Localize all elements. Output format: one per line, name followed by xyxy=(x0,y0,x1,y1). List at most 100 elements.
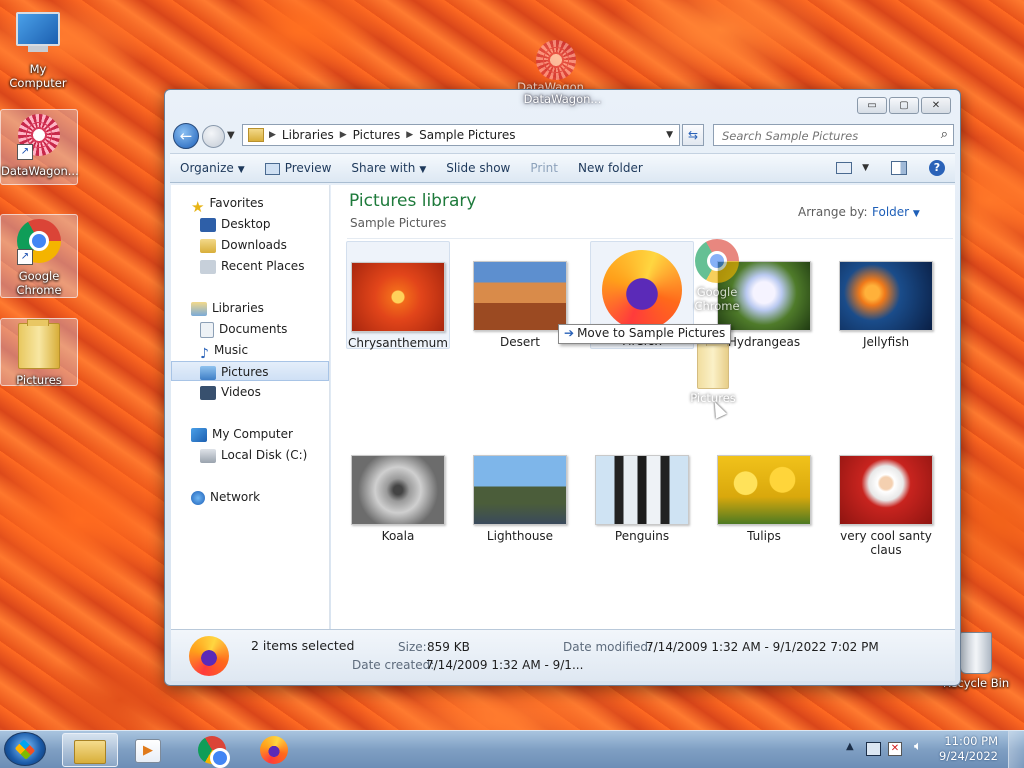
videos-icon xyxy=(200,385,216,400)
forward-button[interactable] xyxy=(202,125,225,148)
drag-ghost-datawagon: DataWagon... xyxy=(516,40,596,94)
search-input[interactable] xyxy=(720,126,929,146)
change-view-icon[interactable] xyxy=(836,162,853,174)
date-modified-label: Date modified: xyxy=(563,640,653,654)
chevron-down-icon[interactable]: ▼ xyxy=(660,130,679,140)
search-box[interactable]: ⌕ xyxy=(713,124,954,146)
thumbnail-desert[interactable]: Desert xyxy=(468,261,572,349)
recycle-bin-icon xyxy=(960,632,992,674)
nav-recent-places[interactable]: Recent Places xyxy=(171,256,358,276)
nav-downloads[interactable]: Downloads xyxy=(171,235,358,255)
shortcut-arrow-icon: ↗ xyxy=(17,249,33,265)
chevron-right-icon[interactable]: ▶ xyxy=(340,130,347,140)
desktop-icon-label: Pictures xyxy=(16,373,62,387)
shortcut-arrow-icon: ↗ xyxy=(17,144,33,160)
firefox-icon xyxy=(260,736,288,764)
arrow-left-icon: ← xyxy=(179,127,193,145)
details-pane: 2 items selected Size: 859 KB Date modif… xyxy=(171,629,955,681)
explorer-window[interactable]: DataWagon... ▭ ▢ ✕ ← ▼ ▶ Libraries ▶ Pic… xyxy=(164,89,961,686)
chevron-down-icon: ▼ xyxy=(912,209,920,219)
clock[interactable]: 11:00 PM 9/24/2022 xyxy=(939,734,998,764)
desktop[interactable]: My Computer ↗ DataWagon... ↗ Google Chro… xyxy=(0,0,1024,768)
network-icon xyxy=(191,490,205,505)
nav-documents[interactable]: Documents xyxy=(171,319,358,339)
desktop-icon-pictures[interactable]: Pictures xyxy=(0,318,78,387)
close-button[interactable]: ✕ xyxy=(921,97,951,114)
refresh-icon: ⇆ xyxy=(687,128,699,142)
nav-music[interactable]: ♪ Music xyxy=(171,340,358,362)
start-button[interactable] xyxy=(4,732,46,766)
koala-image xyxy=(351,455,445,525)
nav-my-computer[interactable]: My Computer xyxy=(171,424,349,444)
maximize-button[interactable]: ▢ xyxy=(889,97,919,114)
desktop-icon-my-computer[interactable]: My Computer xyxy=(0,6,76,90)
nav-pictures[interactable]: Pictures xyxy=(171,361,329,381)
desktop-icon-datawagon[interactable]: ↗ DataWagon... xyxy=(0,109,79,185)
drag-ghost-chrome: Google Chrome xyxy=(687,237,747,313)
refresh-button[interactable]: ⇆ xyxy=(682,124,704,146)
show-hidden-icons-icon[interactable]: ▲ xyxy=(846,741,854,752)
nav-videos[interactable]: Videos xyxy=(171,382,358,402)
tulips-image xyxy=(717,455,811,525)
thumbnail-lighthouse[interactable]: Lighthouse xyxy=(468,455,572,543)
recent-pages-dropdown[interactable]: ▼ xyxy=(227,130,235,141)
search-icon[interactable]: ⌕ xyxy=(941,127,948,142)
datawagon-icon: ↗ xyxy=(15,114,63,162)
nav-desktop[interactable]: Desktop xyxy=(171,214,358,234)
nav-libraries[interactable]: Libraries xyxy=(171,298,349,318)
print-button[interactable]: Print xyxy=(520,161,568,175)
breadcrumb-pictures[interactable]: Pictures xyxy=(347,128,407,142)
help-icon[interactable]: ? xyxy=(929,160,945,176)
show-desktop-button[interactable] xyxy=(1008,731,1024,768)
taskbar-media-player[interactable]: ▶ xyxy=(120,733,176,767)
preview-button[interactable]: Preview xyxy=(255,161,342,175)
chevron-right-icon[interactable]: ▶ xyxy=(269,130,276,140)
address-bar[interactable]: ▶ Libraries ▶ Pictures ▶ Sample Pictures… xyxy=(242,124,680,146)
nav-network[interactable]: Network xyxy=(171,487,349,507)
taskbar-firefox[interactable] xyxy=(246,733,302,767)
thumbnail-tulips[interactable]: Tulips xyxy=(712,455,816,543)
date-created-label: Date created: xyxy=(352,658,435,672)
media-player-icon: ▶ xyxy=(135,739,161,763)
content-pane[interactable]: Pictures library Sample Pictures Arrange… xyxy=(331,185,955,629)
desert-image xyxy=(473,261,567,331)
thumbnail-penguins[interactable]: Penguins xyxy=(590,455,694,543)
libraries-icon xyxy=(191,301,207,316)
arrange-by-dropdown[interactable]: Folder ▼ xyxy=(872,205,920,219)
command-bar: Organize ▼ Preview Share with ▼ Slide show… xyxy=(170,153,955,183)
nav-local-disk[interactable]: Local Disk (C:) xyxy=(171,445,358,465)
new-folder-button[interactable]: New folder xyxy=(568,161,653,175)
preview-pane-icon[interactable] xyxy=(891,161,907,175)
chevron-down-icon[interactable]: ▼ xyxy=(862,163,869,173)
taskbar-explorer[interactable] xyxy=(62,733,118,767)
thumbnail-koala[interactable]: Koala xyxy=(346,455,450,543)
desktop-icon-google-chrome[interactable]: ↗ Google Chrome xyxy=(0,214,78,298)
thumbnail-chrysanthemum[interactable]: Chrysanthemum xyxy=(346,241,450,350)
breadcrumb-sample-pictures[interactable]: Sample Pictures xyxy=(413,128,521,142)
divider xyxy=(347,238,953,239)
action-center-icon[interactable]: ✕ xyxy=(888,742,902,756)
chevron-down-icon: ▼ xyxy=(419,165,427,175)
recent-places-icon xyxy=(200,259,216,274)
back-button[interactable]: ← xyxy=(173,123,199,149)
minimize-button[interactable]: ▭ xyxy=(857,97,887,114)
computer-icon xyxy=(191,427,207,442)
thumbnail-jellyfish[interactable]: Jellyfish xyxy=(834,261,938,349)
volume-icon[interactable]: 🔈︎ xyxy=(914,739,922,754)
thumbnail-very-cool-santy-claus[interactable]: very cool santy claus xyxy=(834,455,938,557)
breadcrumb-libraries[interactable]: Libraries xyxy=(276,128,340,142)
share-with-button[interactable]: Share with ▼ xyxy=(341,161,436,175)
network-icon[interactable] xyxy=(866,742,881,756)
nav-favorites[interactable]: ★ Favorites xyxy=(171,193,349,216)
taskbar-chrome[interactable] xyxy=(184,733,240,768)
date-modified-value: 7/14/2009 1:32 AM - 9/1/2022 7:02 PM xyxy=(646,640,879,654)
slide-show-button[interactable]: Slide show xyxy=(436,161,520,175)
arrow-right-icon: ➔ xyxy=(564,326,575,340)
chevron-right-icon[interactable]: ▶ xyxy=(406,130,413,140)
drop-tooltip: ➔ Move to Sample Pictures xyxy=(558,324,732,344)
computer-icon xyxy=(14,12,62,60)
library-subtitle: Sample Pictures xyxy=(350,216,447,230)
size-value: 859 KB xyxy=(427,640,470,654)
organize-button[interactable]: Organize ▼ xyxy=(170,161,255,175)
arrange-by-label: Arrange by: xyxy=(798,205,868,219)
